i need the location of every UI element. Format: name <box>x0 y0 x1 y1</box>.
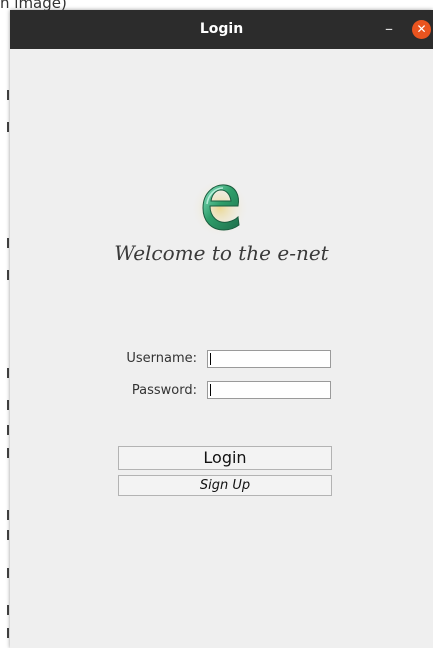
minimize-icon: – <box>385 19 393 38</box>
window-title: Login <box>199 21 244 37</box>
password-field[interactable] <box>207 381 331 399</box>
username-field[interactable] <box>207 350 331 368</box>
text-caret <box>210 384 211 396</box>
welcome-heading: Welcome to the e-net <box>114 241 329 265</box>
text-caret <box>210 353 211 365</box>
close-button[interactable]: ✕ <box>412 20 431 39</box>
e-logo-icon <box>193 181 247 235</box>
window-titlebar[interactable]: Login – ✕ <box>10 10 433 49</box>
sign-up-button[interactable]: Sign Up <box>118 475 332 496</box>
login-window: Login – ✕ Welcome to the e-net Username: <box>10 10 433 648</box>
password-label: Password: <box>131 383 197 398</box>
username-label: Username: <box>126 351 197 366</box>
minimize-button[interactable]: – <box>379 19 399 39</box>
background-edge <box>0 60 10 648</box>
close-icon: ✕ <box>416 22 427 36</box>
login-button[interactable]: Login <box>118 446 332 470</box>
